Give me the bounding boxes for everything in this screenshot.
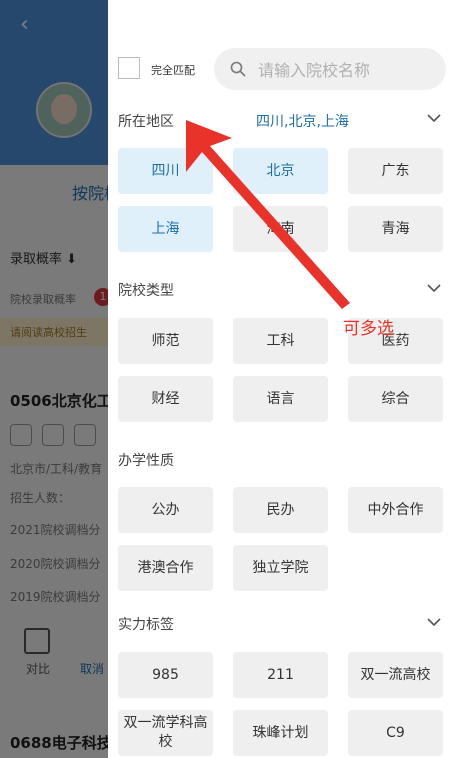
chevron-down-icon[interactable]	[426, 283, 442, 293]
nature-option-independent[interactable]: 独立学院	[233, 545, 328, 591]
type-option-language[interactable]: 语言	[233, 376, 328, 422]
region-title: 所在地区	[118, 114, 174, 130]
strength-option-double-first-class[interactable]: 双一流高校	[348, 652, 443, 698]
type-title: 院校类型	[118, 283, 174, 299]
region-option-hainan[interactable]: 海南	[233, 206, 328, 252]
search-icon	[230, 61, 246, 77]
chevron-down-icon[interactable]	[426, 113, 442, 123]
strength-title: 实力标签	[118, 617, 174, 633]
strength-option-985[interactable]: 985	[118, 652, 213, 698]
strength-option-c9[interactable]: C9	[348, 710, 443, 756]
region-option-guangdong[interactable]: 广东	[348, 148, 443, 194]
region-option-beijing[interactable]: 北京	[233, 148, 328, 194]
nature-title: 办学性质	[118, 453, 174, 469]
region-option-shanghai[interactable]: 上海	[118, 206, 213, 252]
nature-option-private[interactable]: 民办	[233, 487, 328, 533]
type-option-comprehensive[interactable]: 综合	[348, 376, 443, 422]
type-option-finance[interactable]: 财经	[118, 376, 213, 422]
chevron-down-icon[interactable]	[426, 617, 442, 627]
type-option-engineering[interactable]: 工科	[233, 318, 328, 364]
filter-drawer: 完全匹配 所在地区 四川,北京,上海 四川 北京 广东 上海 海南 青海 院校类…	[108, 0, 455, 758]
nature-option-sino-foreign[interactable]: 中外合作	[348, 487, 443, 533]
nature-option-hk-macau[interactable]: 港澳合作	[118, 545, 213, 591]
strength-option-211[interactable]: 211	[233, 652, 328, 698]
strength-option-double-first-subject[interactable]: 双一流学科高校	[118, 710, 213, 756]
type-option-normal[interactable]: 师范	[118, 318, 213, 364]
exact-match-label: 完全匹配	[151, 64, 195, 77]
search-input[interactable]	[256, 57, 440, 83]
exact-match-checkbox[interactable]	[118, 57, 140, 79]
college-search[interactable]	[214, 48, 446, 90]
region-option-sichuan[interactable]: 四川	[118, 148, 213, 194]
strength-option-everest-plan[interactable]: 珠峰计划	[233, 710, 328, 756]
region-selected-value: 四川,北京,上海	[256, 114, 349, 130]
region-option-qinghai[interactable]: 青海	[348, 206, 443, 252]
nature-option-public[interactable]: 公办	[118, 487, 213, 533]
multi-select-annotation: 可多选	[343, 319, 394, 339]
